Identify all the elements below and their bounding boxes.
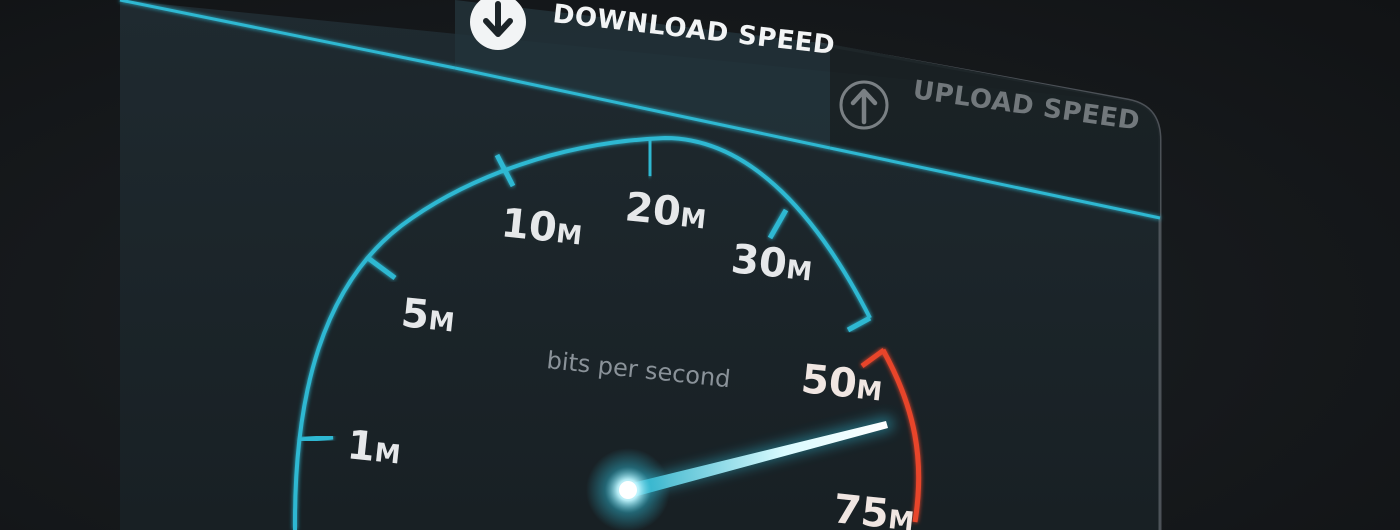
gauge-hub: [619, 481, 637, 499]
gauge-tick: [299, 434, 334, 443]
speedtest-screen: DOWNLOAD SPEED UPLOAD SPEED 1M 5M 10M 20…: [0, 0, 1400, 530]
gauge-tick: [646, 139, 654, 177]
speedtest-canvas: DOWNLOAD SPEED UPLOAD SPEED 1M 5M 10M 20…: [119, 0, 1162, 530]
